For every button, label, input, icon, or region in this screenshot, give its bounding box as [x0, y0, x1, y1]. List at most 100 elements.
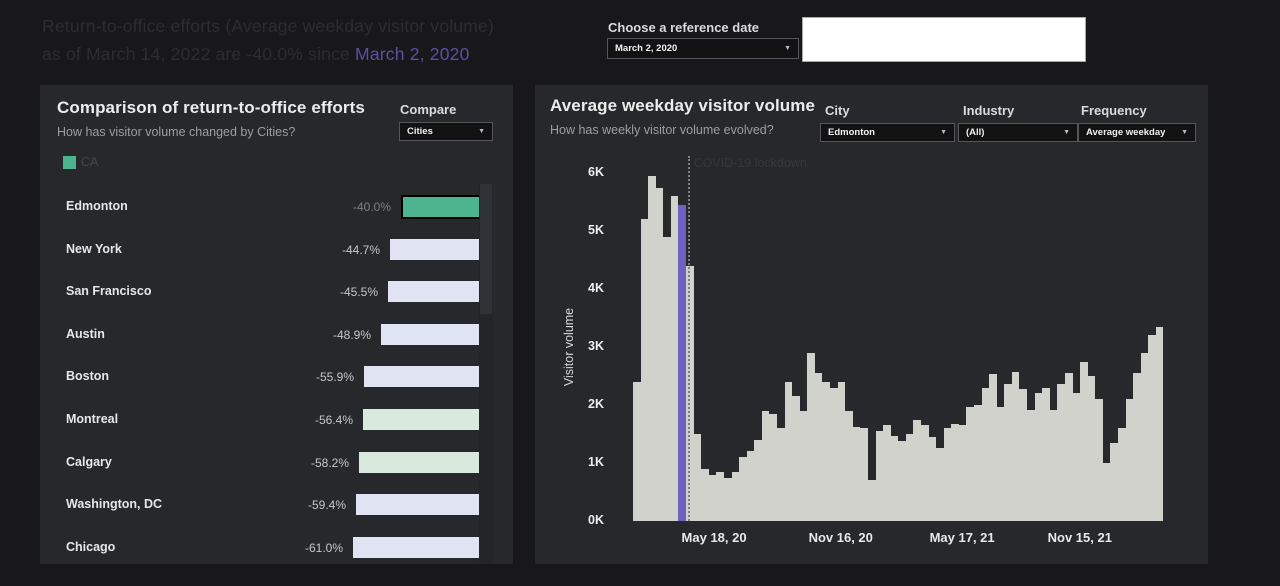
city-label: Montreal [66, 412, 118, 426]
frequency-filter-value: Average weekday [1086, 127, 1165, 138]
city-row: Montreal -56.4% [56, 399, 493, 442]
volume-bar[interactable] [838, 382, 846, 521]
volume-bar[interactable] [1095, 399, 1103, 521]
volume-bar[interactable] [701, 469, 709, 521]
volume-bar[interactable] [656, 188, 664, 522]
volume-bar[interactable] [1050, 410, 1058, 521]
volume-bar[interactable] [1012, 372, 1020, 521]
volume-bar[interactable] [868, 480, 876, 521]
volume-bar[interactable] [754, 440, 762, 521]
volume-bar[interactable] [951, 424, 959, 521]
volume-bar[interactable] [739, 457, 747, 521]
volume-bar[interactable] [944, 428, 952, 521]
reference-date-bar[interactable] [678, 205, 686, 521]
volume-bar[interactable] [1035, 393, 1043, 521]
city-label: Austin [66, 327, 105, 341]
volume-bar[interactable] [1103, 463, 1111, 521]
reference-date-dropdown[interactable]: March 2, 2020 ▼ [607, 38, 799, 59]
industry-filter-value: (All) [966, 127, 984, 138]
city-bar[interactable] [353, 537, 493, 558]
city-bar[interactable] [390, 239, 493, 260]
volume-bar[interactable] [800, 411, 808, 521]
volume-bar[interactable] [1073, 393, 1081, 521]
volume-bar[interactable] [929, 437, 937, 521]
volume-bar[interactable] [830, 388, 838, 521]
volume-bar[interactable] [982, 388, 990, 521]
city-value: -56.4% [315, 413, 353, 427]
city-value: -40.0% [353, 200, 391, 214]
volume-bar[interactable] [724, 478, 732, 522]
city-bar[interactable] [356, 494, 493, 515]
city-value: -61.0% [305, 541, 343, 555]
volume-bar[interactable] [807, 353, 815, 521]
volume-bar[interactable] [1042, 388, 1050, 521]
volume-bar[interactable] [898, 441, 906, 521]
volume-bar[interactable] [815, 373, 823, 521]
volume-bar[interactable] [921, 425, 929, 521]
volume-bar[interactable] [1027, 410, 1035, 521]
volume-bar[interactable] [845, 411, 853, 521]
scrollbar-track[interactable] [479, 184, 493, 564]
volume-bar[interactable] [1126, 399, 1134, 521]
volume-bar[interactable] [959, 425, 967, 521]
volume-bar[interactable] [1148, 335, 1156, 521]
volume-bar[interactable] [1088, 376, 1096, 521]
volume-bar[interactable] [671, 196, 679, 521]
reference-date-value: March 2, 2020 [615, 43, 677, 54]
volume-bar[interactable] [1004, 384, 1012, 521]
volume-bar[interactable] [1019, 389, 1027, 521]
volume-bar[interactable] [906, 434, 914, 521]
volume-bar[interactable] [1065, 373, 1073, 521]
city-bar[interactable] [388, 281, 493, 302]
volume-bar[interactable] [648, 176, 656, 521]
industry-filter-dropdown[interactable]: (All) ▼ [958, 123, 1078, 142]
city-label: Chicago [66, 540, 115, 554]
volume-bar[interactable] [1133, 373, 1141, 521]
volume-bar[interactable] [1141, 353, 1149, 521]
volume-bar[interactable] [853, 427, 861, 521]
volume-bar[interactable] [989, 374, 997, 521]
volume-bar[interactable] [641, 219, 649, 521]
city-bar[interactable] [381, 324, 493, 345]
compare-dropdown[interactable]: Cities ▼ [399, 122, 493, 141]
dashboard-title-reference-date: March 2, 2020 [355, 44, 469, 64]
volume-bar[interactable] [883, 425, 891, 521]
volume-bar[interactable] [663, 237, 671, 521]
volume-bar[interactable] [936, 448, 944, 521]
volume-bar[interactable] [709, 475, 717, 521]
volume-panel: Average weekday visitor volume How has w… [535, 85, 1208, 564]
city-bar[interactable] [359, 452, 493, 473]
frequency-filter-dropdown[interactable]: Average weekday ▼ [1078, 123, 1196, 142]
volume-bar[interactable] [732, 472, 740, 521]
volume-bar[interactable] [1110, 443, 1118, 521]
volume-bar[interactable] [777, 428, 785, 521]
volume-bar[interactable] [1057, 384, 1065, 521]
volume-bar[interactable] [633, 382, 641, 521]
city-filter-dropdown[interactable]: Edmonton ▼ [820, 123, 955, 142]
volume-bar[interactable] [1156, 327, 1164, 521]
volume-bar[interactable] [694, 434, 702, 521]
city-bar[interactable] [363, 409, 493, 430]
city-row: Chicago -61.0% [56, 527, 493, 564]
volume-bar[interactable] [966, 407, 974, 521]
volume-bar[interactable] [762, 411, 770, 521]
scrollbar-thumb[interactable] [480, 184, 492, 314]
volume-bar[interactable] [822, 382, 830, 521]
volume-bar[interactable] [974, 405, 982, 521]
volume-bar[interactable] [1118, 428, 1126, 521]
y-tick-label: 2K [568, 397, 604, 411]
volume-bar[interactable] [792, 396, 800, 521]
y-tick-label: 3K [568, 339, 604, 353]
city-bar[interactable] [364, 366, 493, 387]
volume-bar[interactable] [891, 436, 899, 521]
volume-bar[interactable] [997, 407, 1005, 521]
volume-bar[interactable] [769, 414, 777, 521]
volume-bar[interactable] [785, 382, 793, 521]
volume-bar[interactable] [1080, 362, 1088, 521]
volume-bar[interactable] [747, 451, 755, 521]
volume-bar[interactable] [876, 431, 884, 521]
city-filter-label: City [825, 103, 850, 118]
volume-bar[interactable] [913, 420, 921, 521]
volume-bar[interactable] [860, 428, 868, 521]
volume-bar[interactable] [716, 472, 724, 521]
